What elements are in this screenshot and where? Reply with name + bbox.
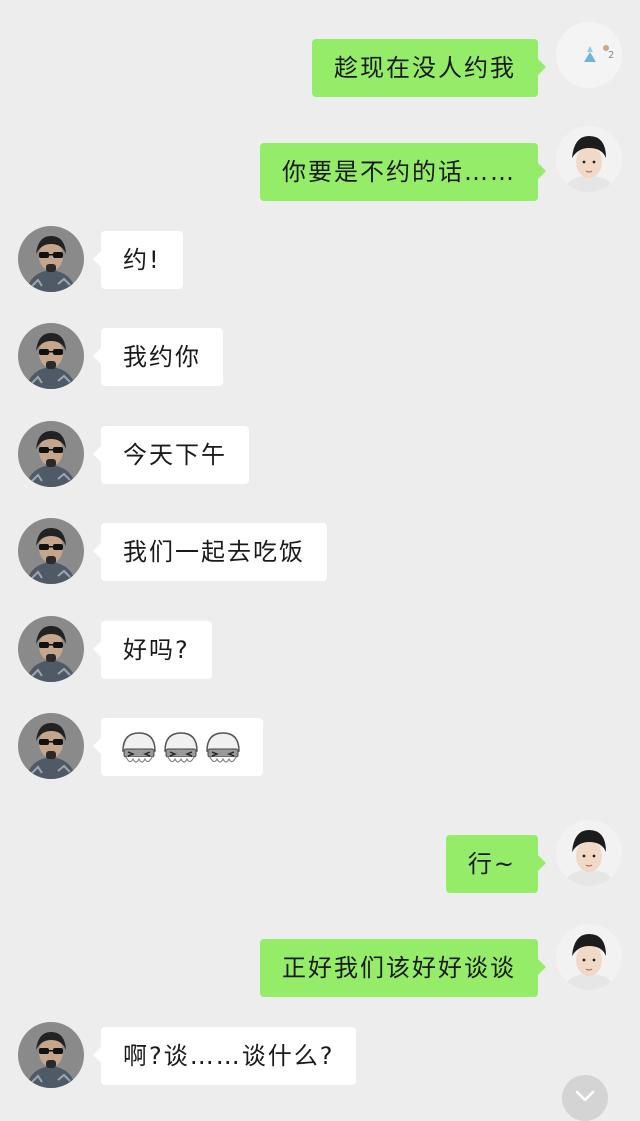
user-avatar[interactable] xyxy=(556,820,622,886)
contact-avatar[interactable] xyxy=(18,713,84,779)
message-bubble-outgoing[interactable]: 正好我们该好好谈谈 xyxy=(260,939,546,997)
message-row-incoming: 约! xyxy=(0,226,640,292)
chevron-down-icon xyxy=(575,1090,595,1102)
message-text: 啊?谈……谈什么? xyxy=(123,1042,335,1070)
user-avatar[interactable] xyxy=(556,126,622,192)
message-text: 我约你 xyxy=(123,343,201,371)
chat-thread: 趁现在没人约我 2 你要是不约的话…… 约! 我约你 今天下午 我们一起去吃饭 … xyxy=(0,0,640,1113)
message-row-incoming: 啊?谈……谈什么? xyxy=(0,1022,640,1088)
message-row-incoming: 今天下午 xyxy=(0,421,640,487)
message-row-incoming: 好吗? xyxy=(0,616,640,682)
bubble-emoji xyxy=(122,732,156,763)
bubble-emoji xyxy=(206,732,240,763)
message-bubble-incoming[interactable]: 啊?谈……谈什么? xyxy=(92,1027,357,1085)
message-bubble-incoming[interactable]: 我约你 xyxy=(93,328,223,386)
message-text: 约! xyxy=(123,246,161,274)
scroll-to-bottom-button[interactable] xyxy=(562,1075,608,1121)
message-row-incoming xyxy=(0,713,640,779)
message-bubble-incoming[interactable]: 今天下午 xyxy=(93,426,249,484)
message-row-outgoing: 正好我们该好好谈谈 xyxy=(0,924,640,1000)
contact-avatar[interactable] xyxy=(18,323,84,389)
message-bubble-incoming[interactable] xyxy=(93,718,263,777)
message-row-outgoing: 趁现在没人约我 2 xyxy=(0,22,640,100)
message-bubble-incoming[interactable]: 我们一起去吃饭 xyxy=(93,523,327,581)
message-row-outgoing: 你要是不约的话…… xyxy=(0,126,640,204)
contact-avatar[interactable] xyxy=(18,421,84,487)
message-row-incoming: 我们一起去吃饭 xyxy=(0,518,640,584)
message-text: 今天下午 xyxy=(123,441,227,469)
message-row-outgoing: 行~ xyxy=(0,820,640,896)
message-text: 你要是不约的话…… xyxy=(282,158,516,186)
user-avatar[interactable] xyxy=(556,924,622,990)
message-text: 我们一起去吃饭 xyxy=(123,538,305,566)
contact-avatar[interactable] xyxy=(18,1022,84,1088)
message-row-incoming: 我约你 xyxy=(0,323,640,389)
bubble-emoji xyxy=(164,732,198,763)
contact-avatar[interactable] xyxy=(18,616,84,682)
message-text: 好吗? xyxy=(123,636,190,664)
message-bubble-outgoing[interactable]: 行~ xyxy=(445,835,547,893)
contact-avatar[interactable] xyxy=(18,518,84,584)
svg-text:2: 2 xyxy=(608,50,614,61)
message-text: 行~ xyxy=(467,850,516,878)
message-bubble-incoming[interactable]: 好吗? xyxy=(93,621,212,679)
message-bubble-outgoing[interactable]: 你要是不约的话…… xyxy=(260,143,546,201)
message-text: 趁现在没人约我 xyxy=(334,54,516,82)
user-avatar[interactable]: 2 xyxy=(556,22,622,88)
contact-avatar[interactable] xyxy=(18,226,84,292)
message-bubble-outgoing[interactable]: 趁现在没人约我 xyxy=(312,39,546,97)
message-text: 正好我们该好好谈谈 xyxy=(282,954,516,982)
message-bubble-incoming[interactable]: 约! xyxy=(93,231,183,289)
emoji-group xyxy=(119,719,245,777)
